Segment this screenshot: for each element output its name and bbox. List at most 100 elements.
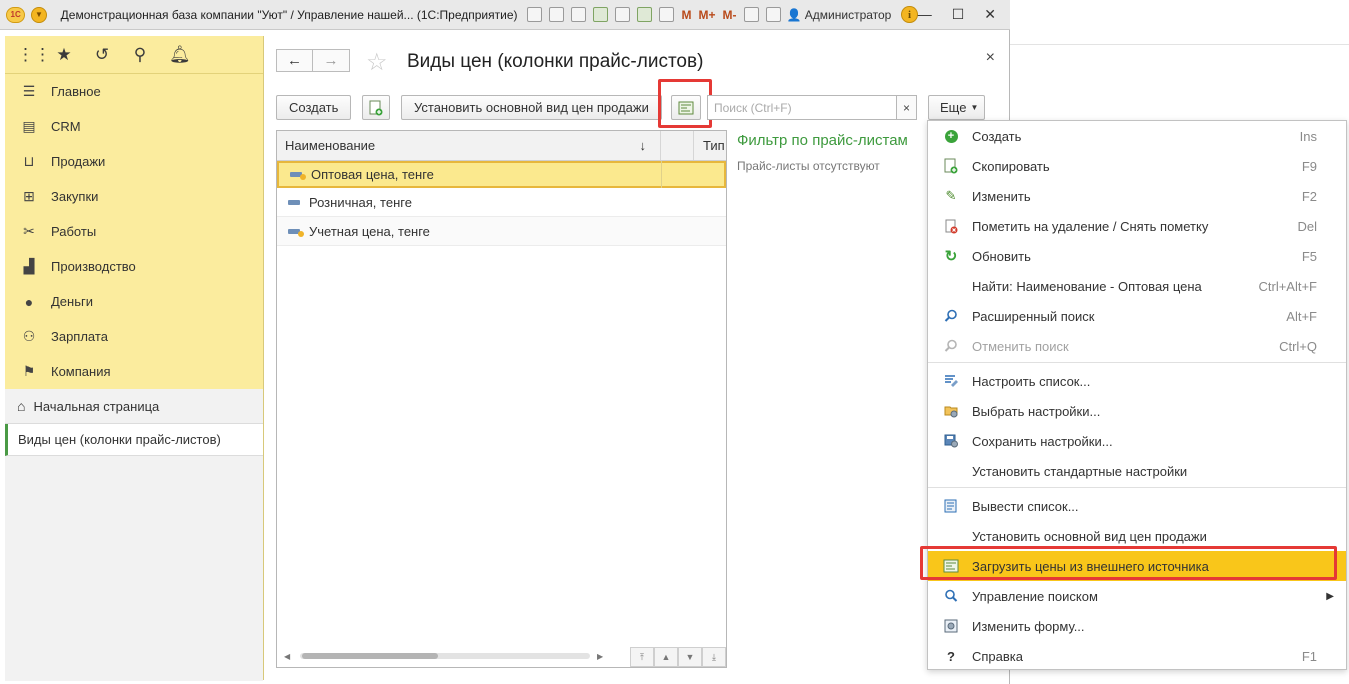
annotation-highlight-load-menu-item — [920, 546, 1337, 580]
title-bar: 1С ▼ Демонстрационная база компании "Уют… — [0, 0, 1010, 30]
price-types-table[interactable]: Наименование ↓ Тип Оптовая цена, тенге Ро… — [276, 130, 727, 668]
menu-item-copy[interactable]: Скопировать F9 — [928, 151, 1346, 181]
panels-icon[interactable] — [765, 7, 781, 22]
table-row[interactable]: Розничная, тенге — [277, 188, 726, 217]
memory-minus-button[interactable]: M- — [723, 8, 737, 22]
sidebar-item-production[interactable]: ▟ Производство — [5, 249, 263, 284]
sidebar-item-purchases[interactable]: ⊞ Закупки — [5, 179, 263, 214]
set-main-price-type-button[interactable]: Установить основной вид цен продажи — [401, 95, 662, 120]
sidebar-item-salary[interactable]: ⚇ Зарплата — [5, 319, 263, 354]
menu-item-advanced-search[interactable]: Расширенный поиск Alt+F — [928, 301, 1346, 331]
current-user[interactable]: 👤 Администратор — [787, 8, 892, 22]
star-icon[interactable]: ★ — [55, 45, 73, 65]
window-close-icon[interactable]: ✕ — [984, 6, 996, 23]
bell-icon[interactable]: 🔔︎ — [169, 45, 191, 65]
home-icon: ⌂ — [17, 398, 26, 414]
factory-icon: ▟ — [23, 258, 35, 274]
row-name: Розничная, тенге — [309, 194, 412, 210]
favorite-star-icon[interactable]: ☆ — [366, 48, 388, 77]
table-row[interactable]: Оптовая цена, тенге — [277, 161, 726, 188]
basket-icon: ⊔ — [23, 153, 35, 169]
form-close-icon[interactable]: × — [986, 49, 995, 67]
annotation-highlight-load-button — [658, 79, 712, 128]
sidebar-item-label: Продажи — [51, 154, 106, 169]
flag-icon: ⚑ — [22, 363, 36, 379]
menu-item-change-form[interactable]: Изменить форму... — [928, 611, 1346, 641]
scroll-thumb[interactable] — [302, 653, 438, 659]
minimize-icon[interactable]: — — [918, 6, 932, 23]
sidebar-item-crm[interactable]: ▤ CRM — [5, 109, 263, 144]
export-icon[interactable] — [615, 7, 631, 22]
maximize-icon[interactable]: ☐ — [952, 6, 965, 23]
sidebar-item-money[interactable]: ● Деньги — [5, 284, 263, 319]
search-icon[interactable]: ⚲ — [131, 45, 149, 65]
window-controls: — ☐ ✕ — [918, 6, 996, 23]
menu-item-save-settings[interactable]: Сохранить настройки... — [928, 426, 1346, 456]
menu-item-refresh[interactable]: ↻ Обновить F5 — [928, 241, 1346, 271]
menu-item-output-list[interactable]: Вывести список... — [928, 491, 1346, 521]
window-title: Демонстрационная база компании "Уют" / У… — [60, 7, 518, 22]
calendar-icon[interactable] — [659, 7, 675, 22]
table-navigation: ⤒ ▲ ▼ ⤓ — [630, 647, 726, 667]
horizontal-scrollbar[interactable]: ◀ ▶ — [282, 651, 612, 661]
sidebar-item-sales[interactable]: ⊔ Продажи — [5, 144, 263, 179]
chevron-down-icon: ▼ — [970, 103, 979, 112]
forward-arrow-icon[interactable]: → — [313, 49, 350, 72]
sort-arrow-icon: ↓ — [639, 138, 647, 153]
menu-item-create[interactable]: + Создать Ins — [928, 121, 1346, 151]
main-menu-button[interactable]: ▼ — [31, 6, 47, 23]
refresh-icon: ↻ — [944, 248, 958, 265]
zoom-icon[interactable] — [743, 7, 759, 22]
column-header-type[interactable]: Тип — [694, 138, 725, 153]
scroll-right-icon[interactable]: ▶ — [597, 652, 603, 661]
upload-icon[interactable] — [593, 7, 609, 22]
sidebar-item-company[interactable]: ⚑ Компания — [5, 354, 263, 389]
memory-plus-button[interactable]: M+ — [698, 8, 715, 22]
table-row[interactable]: Учетная цена, тенге — [277, 217, 726, 246]
sidebar-toolbar: ⋮⋮ ★ ↺ ⚲ 🔔︎ — [5, 36, 263, 74]
sidebar-item-label: Компания — [51, 364, 111, 379]
app-logo-icon: 1С — [6, 6, 26, 23]
row-name: Учетная цена, тенге — [309, 223, 430, 239]
scroll-left-icon[interactable]: ◀ — [284, 652, 290, 661]
home-page-link[interactable]: ⌂ Начальная страница — [5, 389, 263, 424]
info-icon[interactable]: i — [901, 6, 918, 23]
print-list-icon — [943, 498, 959, 514]
sidebar-item-works[interactable]: ✂ Работы — [5, 214, 263, 249]
price-type-icon — [288, 228, 304, 237]
save-icon[interactable] — [527, 7, 543, 22]
more-button[interactable]: Еще ▼ — [928, 95, 986, 120]
menu-item-choose-settings[interactable]: Выбрать настройки... — [928, 396, 1346, 426]
column-header-marker[interactable] — [661, 131, 694, 160]
filter-empty-text: Прайс-листы отсутствуют — [737, 159, 880, 173]
apps-grid-icon[interactable]: ⋮⋮ — [17, 45, 51, 65]
last-row-icon[interactable]: ⤓ — [702, 647, 726, 667]
open-form-tab[interactable]: Виды цен (колонки прайс-листов) — [5, 424, 263, 456]
history-icon[interactable]: ↺ — [93, 45, 111, 65]
cancel-search-icon — [943, 338, 959, 354]
column-header-name[interactable]: Наименование ↓ — [277, 131, 661, 160]
sidebar-item-label: Зарплата — [51, 329, 108, 344]
create-button[interactable]: Создать — [276, 95, 352, 120]
menu-item-help[interactable]: ? Справка F1 — [928, 641, 1346, 671]
menu-item-find[interactable]: Найти: Наименование - Оптовая цена Ctrl+… — [928, 271, 1346, 301]
copy-button[interactable] — [362, 95, 390, 120]
calculator-icon[interactable] — [637, 7, 653, 22]
menu-item-standard-settings[interactable]: Установить стандартные настройки — [928, 456, 1346, 486]
menu-item-edit[interactable]: ✎ Изменить F2 — [928, 181, 1346, 211]
search-input[interactable] — [707, 95, 916, 120]
history-nav: ← → — [276, 49, 350, 72]
search-icon — [943, 308, 959, 324]
memory-m-button[interactable]: M — [681, 8, 691, 22]
search-clear-icon[interactable]: × — [896, 95, 917, 120]
first-row-icon[interactable]: ⤒ — [630, 647, 654, 667]
next-page-icon[interactable]: ▼ — [678, 647, 702, 667]
prev-page-icon[interactable]: ▲ — [654, 647, 678, 667]
menu-item-mark-delete[interactable]: Пометить на удаление / Снять пометку Del — [928, 211, 1346, 241]
menu-item-search-management[interactable]: Управление поиском ▶ — [928, 581, 1346, 611]
print-icon[interactable] — [549, 7, 565, 22]
back-arrow-icon[interactable]: ← — [276, 49, 313, 72]
preview-icon[interactable] — [571, 7, 587, 22]
sidebar-item-main[interactable]: ☰ Главное — [5, 74, 263, 109]
menu-item-list-settings[interactable]: Настроить список... — [928, 366, 1346, 396]
